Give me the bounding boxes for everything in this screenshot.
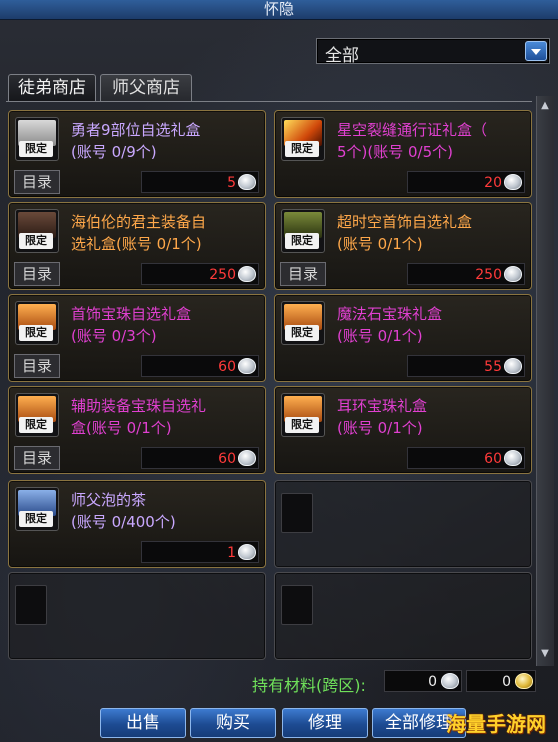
sell-button[interactable]: 出售 [100, 708, 186, 738]
item-price: 1 [141, 541, 259, 563]
limited-badge: 限定 [19, 325, 53, 341]
limited-badge: 限定 [285, 325, 319, 341]
shop-item[interactable]: 限定 辅助装备宝珠自选礼 盒(账号 0/1个) 目录 60 [8, 386, 266, 474]
limited-badge: 限定 [285, 233, 319, 249]
limited-badge: 限定 [285, 417, 319, 433]
silver-coin-icon [504, 266, 522, 282]
item-price: 250 [141, 263, 259, 285]
item-name: 星空裂缝通行证礼盒（ 5个)(账号 0/5个) [337, 121, 488, 161]
limited-badge: 限定 [19, 141, 53, 157]
chevron-down-icon[interactable] [525, 41, 547, 61]
empty-icon-slot [281, 585, 313, 625]
item-price: 55 [407, 355, 525, 377]
material-balance-label: 持有材料(跨区): [252, 676, 366, 695]
shop-item[interactable]: 限定 耳环宝珠礼盒 (账号 0/1个) 60 [274, 386, 532, 474]
category-filter-dropdown[interactable]: 全部 [316, 38, 550, 66]
catalog-button[interactable]: 目录 [14, 262, 60, 286]
item-name: 辅助装备宝珠自选礼 盒(账号 0/1个) [71, 397, 207, 437]
item-price: 250 [407, 263, 525, 285]
shop-item[interactable]: 限定 海伯伦的君主装备自 选礼盒(账号 0/1个) 目录 250 [8, 202, 266, 290]
silver-coin-icon [441, 673, 459, 689]
silver-coin-icon [504, 174, 522, 190]
empty-item-slot [8, 572, 266, 660]
item-price: 20 [407, 171, 525, 193]
window-title: 怀隐 [0, 0, 558, 20]
shop-item[interactable]: 限定 星空裂缝通行证礼盒（ 5个)(账号 0/5个) 20 [274, 110, 532, 198]
catalog-button[interactable]: 目录 [280, 262, 326, 286]
item-name: 首饰宝珠自选礼盒 (账号 0/3个) [71, 305, 192, 345]
silver-coin-icon [504, 450, 522, 466]
silver-coin-icon [238, 450, 256, 466]
tab-master-shop[interactable]: 师父商店 [100, 74, 192, 102]
gold-balance: 0 [466, 670, 536, 692]
silver-coin-icon [238, 544, 256, 560]
silver-coin-icon [238, 358, 256, 374]
limited-badge: 限定 [19, 233, 53, 249]
item-name: 魔法石宝珠礼盒 (账号 0/1个) [337, 305, 443, 345]
tab-apprentice-shop[interactable]: 徒弟商店 [8, 74, 96, 102]
silver-balance: 0 [384, 670, 462, 692]
shop-item[interactable]: 限定 师父泡的茶 (账号 0/400个) 1 [8, 480, 266, 568]
empty-item-slot [274, 572, 532, 660]
catalog-button[interactable]: 目录 [14, 446, 60, 470]
category-filter-value: 全部 [325, 46, 359, 66]
item-price: 60 [141, 447, 259, 469]
catalog-button[interactable]: 目录 [14, 170, 60, 194]
shop-item[interactable]: 限定 首饰宝珠自选礼盒 (账号 0/3个) 目录 60 [8, 294, 266, 382]
silver-coin-icon [504, 358, 522, 374]
item-name: 师父泡的茶 (账号 0/400个) [71, 491, 176, 531]
limited-badge: 限定 [285, 141, 319, 157]
scroll-up-icon[interactable]: ▲ [538, 98, 552, 114]
shop-item[interactable]: 限定 勇者9部位自选礼盒 (账号 0/9个) 目录 5 [8, 110, 266, 198]
repair-button[interactable]: 修理 [282, 708, 368, 738]
scrollbar[interactable] [536, 96, 554, 666]
empty-item-slot [274, 480, 532, 568]
silver-coin-icon [238, 266, 256, 282]
scroll-down-icon[interactable]: ▼ [538, 646, 552, 662]
item-price: 5 [141, 171, 259, 193]
catalog-button[interactable]: 目录 [14, 354, 60, 378]
item-price: 60 [141, 355, 259, 377]
silver-coin-icon [238, 174, 256, 190]
item-name: 耳环宝珠礼盒 (账号 0/1个) [337, 397, 428, 437]
item-price: 60 [407, 447, 525, 469]
item-name: 超时空首饰自选礼盒 (账号 0/1个) [337, 213, 473, 253]
shop-item[interactable]: 限定 魔法石宝珠礼盒 (账号 0/1个) 55 [274, 294, 532, 382]
limited-badge: 限定 [19, 511, 53, 527]
empty-icon-slot [281, 493, 313, 533]
watermark-logo: 海量手游网 [446, 712, 546, 736]
gold-coin-icon [515, 673, 533, 689]
limited-badge: 限定 [19, 417, 53, 433]
buy-button[interactable]: 购买 [190, 708, 276, 738]
item-name: 勇者9部位自选礼盒 (账号 0/9个) [71, 121, 201, 161]
item-name: 海伯伦的君主装备自 选礼盒(账号 0/1个) [71, 213, 207, 253]
empty-icon-slot [15, 585, 47, 625]
shop-item[interactable]: 限定 超时空首饰自选礼盒 (账号 0/1个) 目录 250 [274, 202, 532, 290]
